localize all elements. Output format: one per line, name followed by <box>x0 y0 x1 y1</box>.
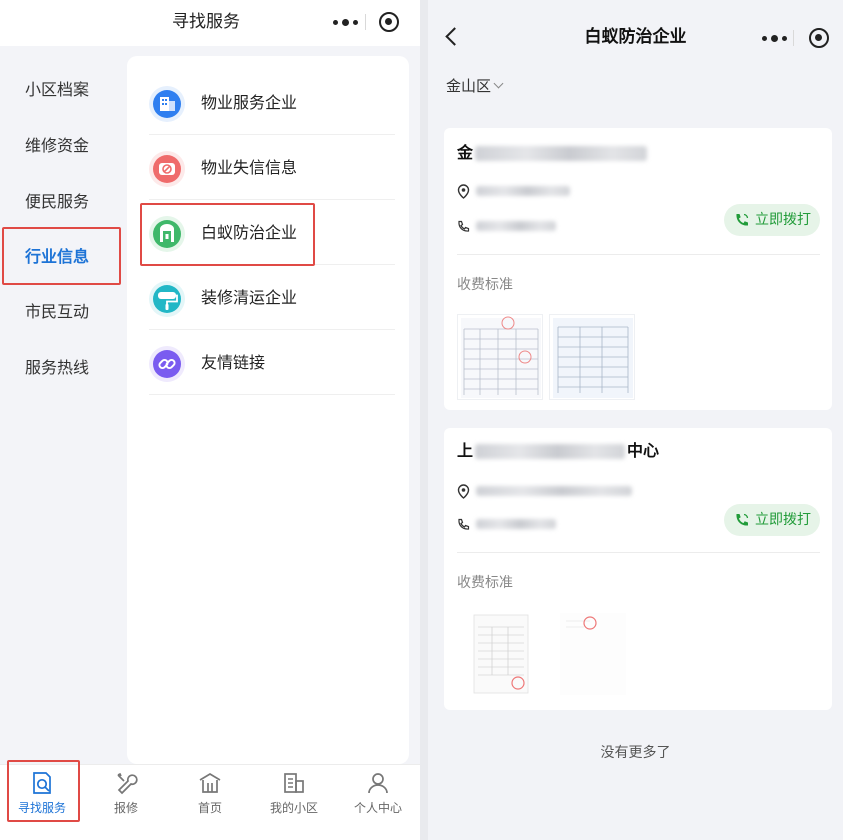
divider <box>457 552 820 553</box>
redacted-phone <box>476 221 556 231</box>
more-icon[interactable] <box>333 19 358 26</box>
company-name: 金 <box>457 140 648 166</box>
menu-item-label: 物业失信信息 <box>201 158 298 177</box>
company-address <box>457 481 632 501</box>
tab-label: 个人中心 <box>353 801 402 815</box>
tab-repair[interactable]: 报修 <box>84 765 168 840</box>
person-icon <box>368 773 388 794</box>
menu-item-renovation-waste[interactable]: 装修清运企业 <box>127 265 409 330</box>
fee-document-thumbnail[interactable] <box>457 610 543 696</box>
redacted-name <box>475 146 648 161</box>
call-now-button[interactable]: 立即拨打 <box>724 204 820 236</box>
home-icon <box>199 773 221 793</box>
right-screen: 白蚁防治企业 金山区 金 立即拨打 收费标准 上 中心 立即拨打 收费标准 没有… <box>428 0 843 840</box>
redacted-address <box>476 486 632 496</box>
building-icon <box>149 86 185 122</box>
tab-my-community[interactable]: 我的小区 <box>252 765 336 840</box>
top-bar: 寻找服务 <box>0 0 420 46</box>
tab-label: 报修 <box>113 801 138 815</box>
close-miniprogram-icon[interactable] <box>379 12 399 32</box>
no-entry-icon <box>149 151 185 187</box>
menu-item-label: 物业服务企业 <box>201 93 298 112</box>
left-screen: 寻找服务 小区档案 维修资金 便民服务 行业信息 市民互动 服务热线 物业服务企… <box>0 0 420 840</box>
community-icon <box>284 773 304 793</box>
phone-call-icon <box>736 213 749 226</box>
chevron-down-icon <box>493 78 504 89</box>
fee-document-thumbnail[interactable] <box>457 314 543 400</box>
sidebar-item-convenience-service[interactable]: 便民服务 <box>0 182 125 222</box>
redacted-name <box>475 444 626 459</box>
fee-standard-label: 收费标准 <box>457 575 513 591</box>
tab-personal-center[interactable]: 个人中心 <box>336 765 420 840</box>
link-icon <box>149 346 185 382</box>
phone-icon <box>458 518 470 530</box>
divider <box>457 254 820 255</box>
phone-icon <box>458 220 470 232</box>
highlight-box-find-service-tab <box>7 760 80 822</box>
menu-item-label: 装修清运企业 <box>201 288 298 307</box>
call-now-button[interactable]: 立即拨打 <box>724 504 820 536</box>
menu-item-property-companies[interactable]: 物业服务企业 <box>127 70 409 135</box>
service-menu-card: 物业服务企业 物业失信信息 白蚁防治企业 装修清运企业 友情链接 <box>127 56 409 764</box>
top-bar: 白蚁防治企业 <box>428 0 843 76</box>
close-miniprogram-icon[interactable] <box>809 28 829 48</box>
company-phone <box>457 216 556 236</box>
menu-item-dishonest-info[interactable]: 物业失信信息 <box>127 135 409 200</box>
wrench-icon <box>117 772 138 795</box>
more-icon[interactable] <box>762 35 787 42</box>
redacted-address <box>476 186 570 196</box>
sidebar-item-maintenance-fund[interactable]: 维修资金 <box>0 126 125 166</box>
paint-roller-icon <box>149 281 185 317</box>
tab-home[interactable]: 首页 <box>168 765 252 840</box>
end-of-list-text: 没有更多了 <box>600 745 671 761</box>
location-pin-icon <box>457 183 470 199</box>
tab-label: 我的小区 <box>269 801 318 815</box>
company-card: 金 立即拨打 收费标准 <box>444 128 832 410</box>
location-pin-icon <box>457 483 470 499</box>
redacted-phone <box>476 519 556 529</box>
menu-item-label: 友情链接 <box>201 353 266 372</box>
district-filter[interactable]: 金山区 <box>446 72 504 100</box>
company-card: 上中心 立即拨打 收费标准 <box>444 428 832 710</box>
capsule-divider <box>365 14 366 30</box>
company-phone <box>457 514 556 534</box>
sidebar-item-service-hotline[interactable]: 服务热线 <box>0 348 125 388</box>
fee-standard-label: 收费标准 <box>457 277 513 293</box>
company-name: 上中心 <box>457 441 660 460</box>
category-sidebar: 小区档案 维修资金 便民服务 行业信息 市民互动 服务热线 <box>0 46 125 764</box>
capsule-divider <box>793 30 794 46</box>
sidebar-item-community-archive[interactable]: 小区档案 <box>0 70 125 110</box>
menu-item-friendly-links[interactable]: 友情链接 <box>127 330 409 395</box>
fee-document-thumbnail[interactable] <box>549 314 635 400</box>
phone-call-icon <box>736 513 749 526</box>
highlight-box-termite-menu <box>140 203 315 266</box>
tab-label: 首页 <box>197 801 222 815</box>
fee-document-thumbnail[interactable] <box>549 610 635 696</box>
district-label: 金山区 <box>446 77 492 95</box>
company-address <box>457 181 570 201</box>
sidebar-item-citizen-interaction[interactable]: 市民互动 <box>0 292 125 332</box>
highlight-box-sidebar <box>2 227 121 285</box>
